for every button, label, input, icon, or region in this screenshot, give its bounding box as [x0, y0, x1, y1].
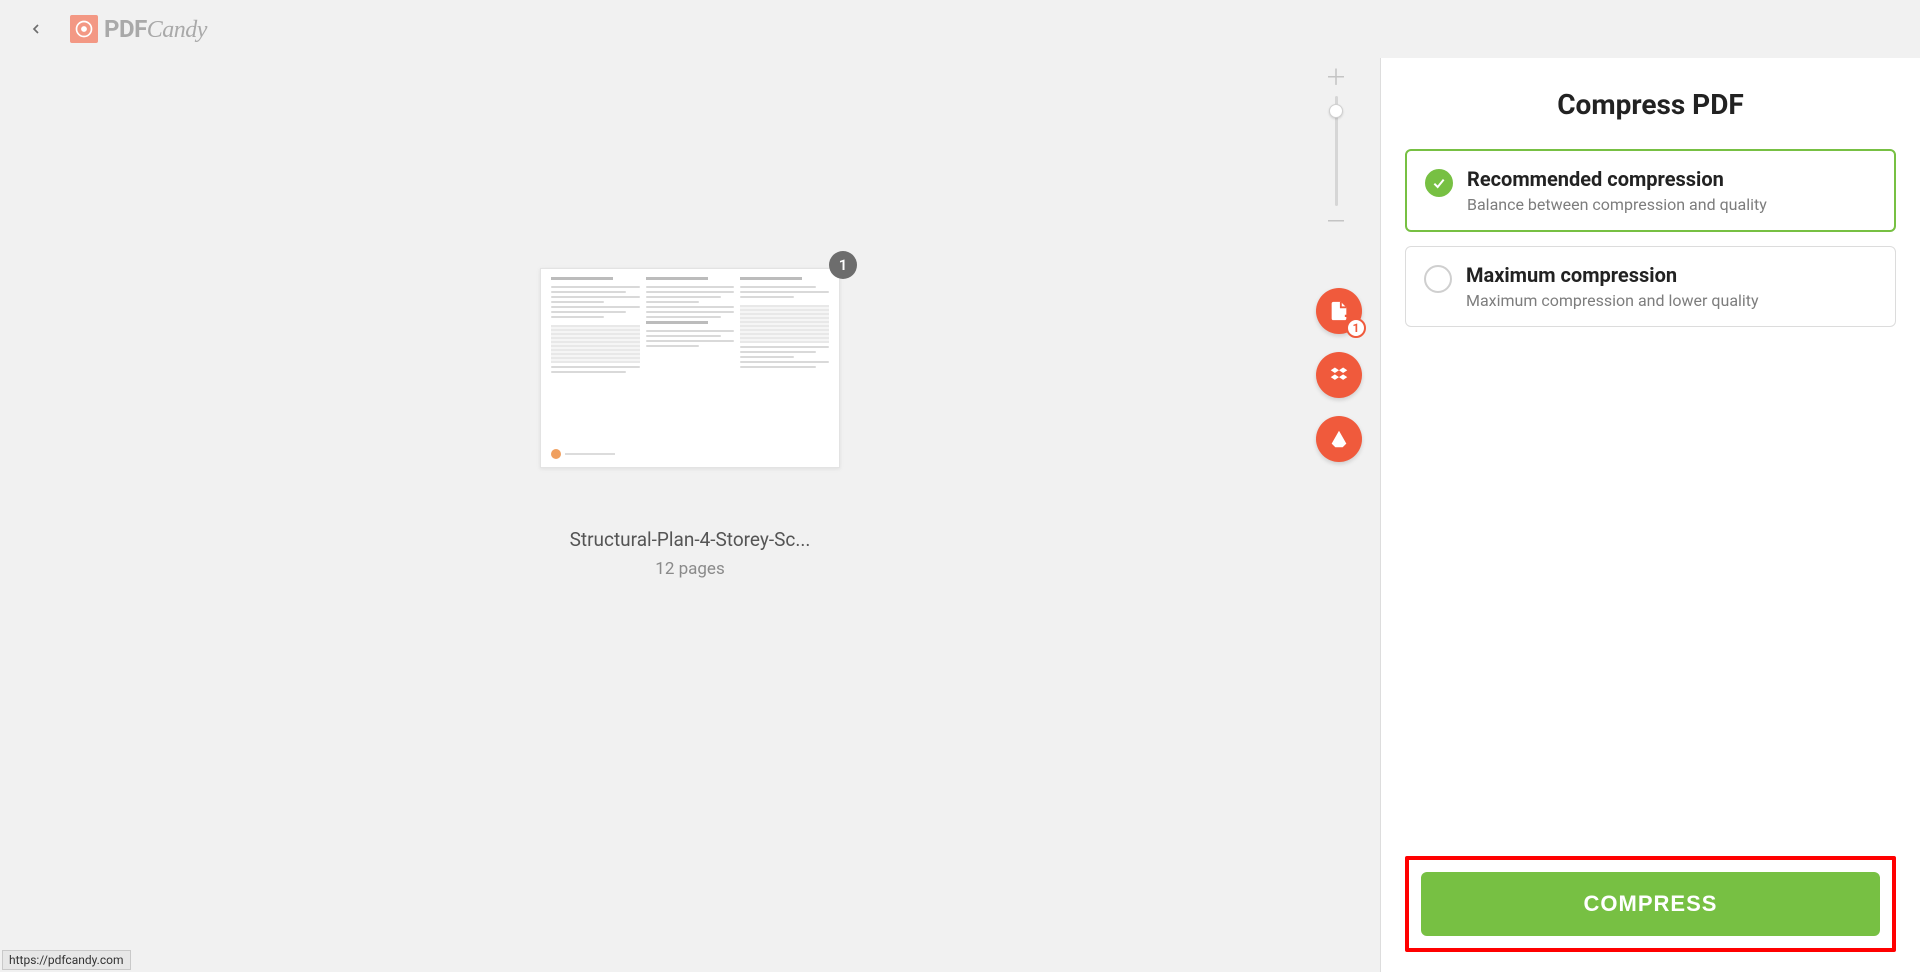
option-recommended-subtitle: Balance between compression and quality: [1467, 195, 1767, 214]
radio-selected-icon: [1425, 169, 1453, 197]
google-drive-icon: [1328, 428, 1350, 450]
option-maximum-subtitle: Maximum compression and lower quality: [1466, 291, 1759, 310]
document-pages-label: 12 pages: [655, 559, 724, 579]
google-drive-button[interactable]: [1316, 416, 1362, 462]
option-recommended-title: Recommended compression: [1467, 167, 1767, 191]
dropbox-icon: [1328, 364, 1350, 386]
main-area: ＋ － + 1 1: [0, 58, 1920, 972]
preview-canvas: ＋ － + 1 1: [0, 58, 1380, 972]
dropbox-button[interactable]: [1316, 352, 1362, 398]
add-file-count-badge: 1: [1346, 318, 1366, 338]
document-index-badge: 1: [829, 251, 857, 279]
brand-text-strong: PDF: [104, 15, 147, 43]
top-bar: PDFCandy: [0, 0, 1920, 58]
document-card[interactable]: 1: [540, 268, 840, 579]
sidebar-title: Compress PDF: [1405, 88, 1896, 121]
radio-unselected-icon: [1424, 265, 1452, 293]
brand-logo[interactable]: PDFCandy: [70, 15, 207, 44]
zoom-control: ＋ －: [1322, 68, 1350, 234]
compress-highlight: COMPRESS: [1405, 856, 1896, 952]
option-maximum[interactable]: Maximum compression Maximum compression …: [1405, 246, 1896, 327]
add-file-button[interactable]: + 1: [1316, 288, 1362, 334]
sidebar: Compress PDF Recommended compression Bal…: [1380, 58, 1920, 972]
check-icon: [1431, 175, 1447, 191]
zoom-in-button[interactable]: ＋: [1325, 68, 1347, 90]
option-recommended[interactable]: Recommended compression Balance between …: [1405, 149, 1896, 232]
zoom-out-button[interactable]: －: [1325, 212, 1347, 234]
brand-text: PDFCandy: [104, 15, 207, 44]
document-thumbnail: 1: [540, 268, 840, 468]
status-bar-url: https://pdfcandy.com: [2, 950, 131, 970]
chevron-left-icon: [28, 21, 44, 37]
brand-text-italic: Candy: [147, 17, 207, 43]
action-rail: + 1: [1316, 288, 1362, 462]
option-maximum-title: Maximum compression: [1466, 263, 1759, 287]
document-title: Structural-Plan-4-Storey-Sc...: [570, 528, 811, 551]
brand-mark-icon: [70, 15, 98, 43]
back-button[interactable]: [20, 13, 52, 45]
zoom-slider-thumb[interactable]: [1329, 104, 1343, 118]
zoom-slider[interactable]: [1335, 96, 1338, 206]
compress-button[interactable]: COMPRESS: [1421, 872, 1880, 936]
